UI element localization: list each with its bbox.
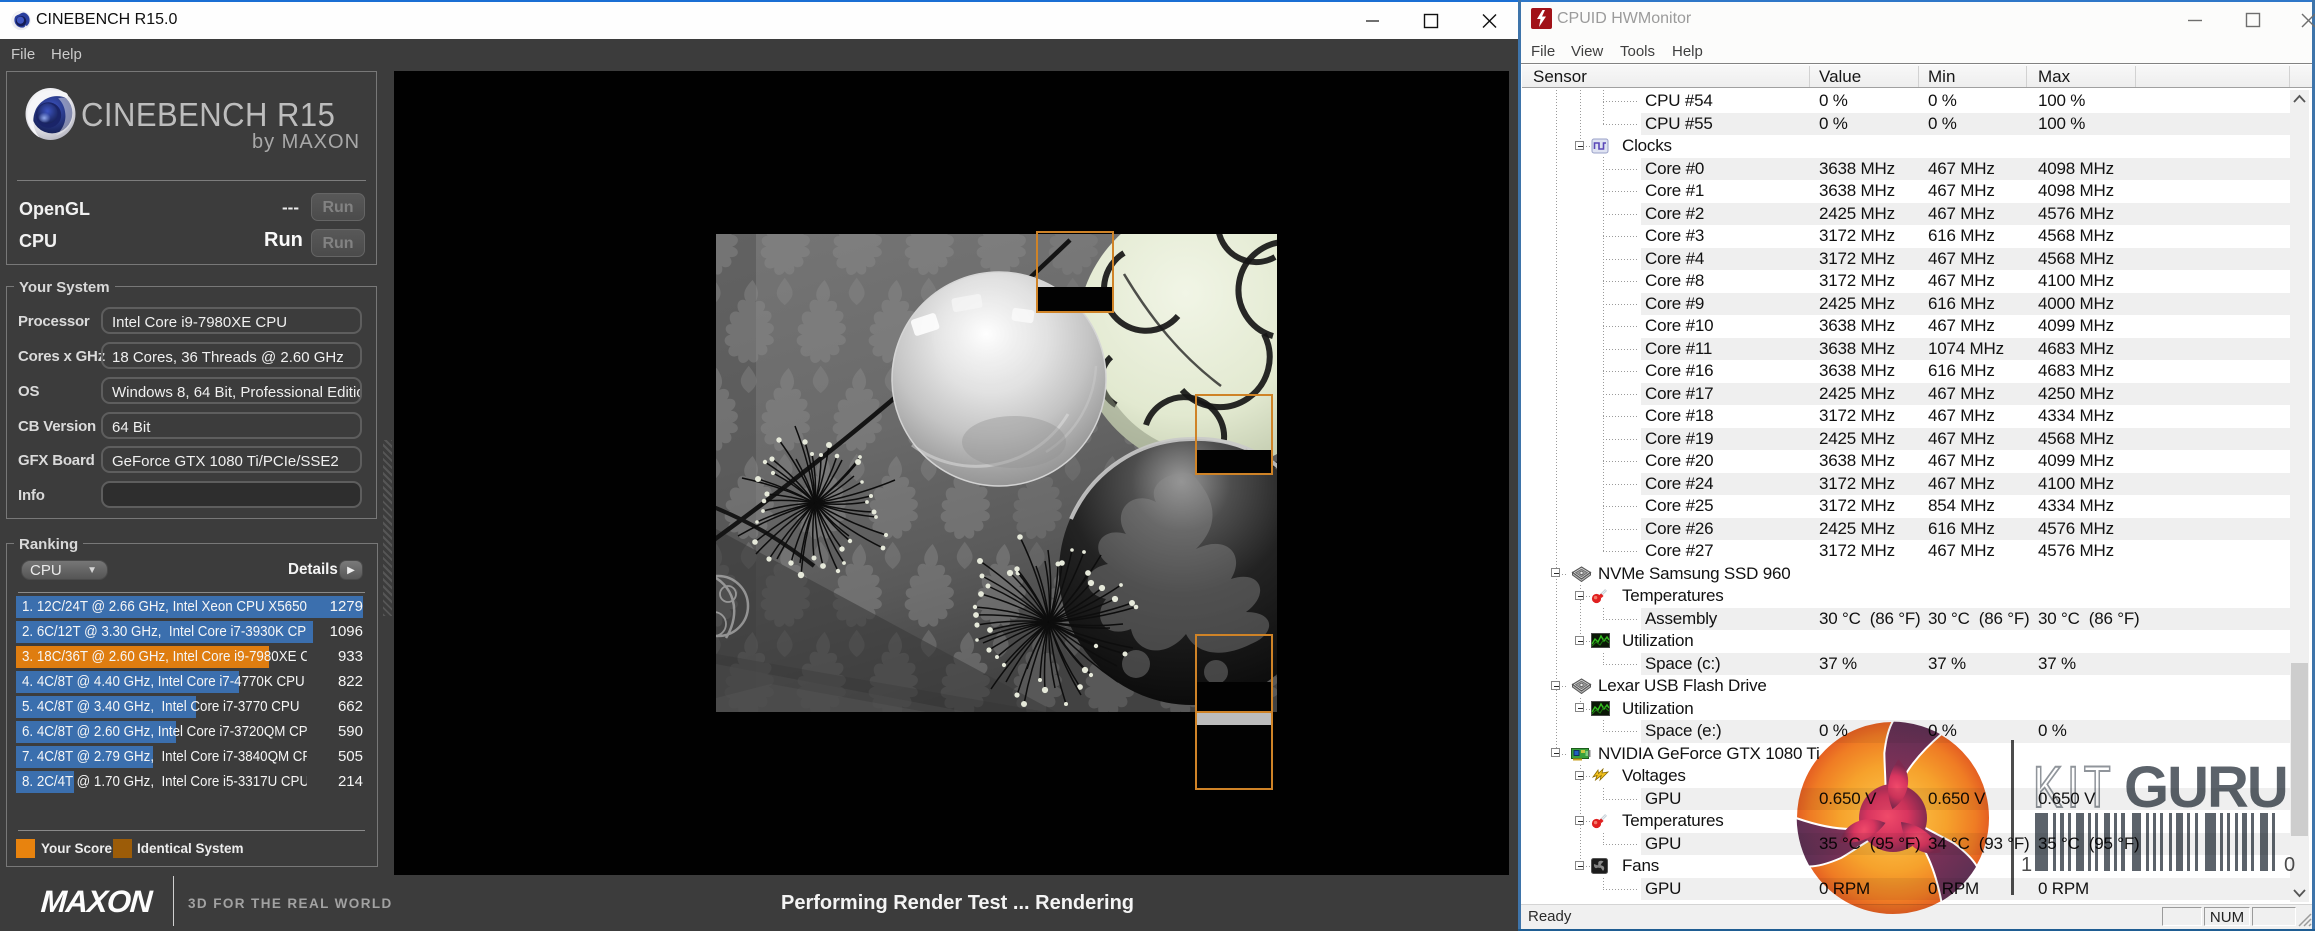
svg-text:1: 1 (2021, 854, 2032, 876)
svg-text:0: 0 (2284, 854, 2295, 876)
svg-text:GURU: GURU (2124, 755, 2287, 820)
svg-text:KIT: KIT (2033, 754, 2115, 819)
